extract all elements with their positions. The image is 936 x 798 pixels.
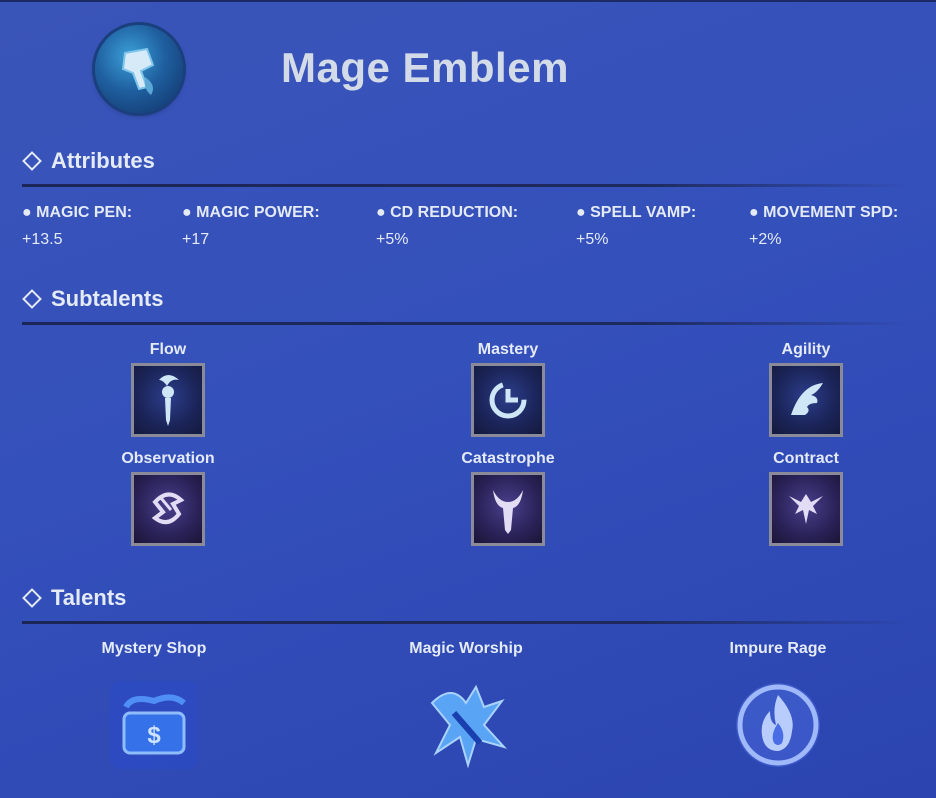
subtalent-label: Contract [773,450,839,467]
mage-emblem-icon [95,25,183,113]
subtalent-catastrophe[interactable]: Catastrophe [428,450,588,546]
subtalent-label: Mastery [477,341,539,358]
catastrophe-icon [471,472,545,546]
subtalent-observation[interactable]: Observation [88,450,248,546]
attribute-movement-spd: ● MOVEMENT SPD: +2% [749,204,898,249]
subtalent-contract[interactable]: Contract [726,450,886,546]
attribute-label: ● MAGIC PEN: [22,204,133,221]
attribute-magic-pen: ● MAGIC PEN: +13.5 [22,204,132,249]
subtalent-flow[interactable]: Flow [88,341,248,437]
divider [22,621,912,624]
diamond-icon [22,588,42,608]
observation-icon [131,472,205,546]
agility-icon [769,363,843,437]
section-subtalents-heading: Subtalents [22,286,163,312]
diamond-icon [22,289,42,309]
section-subtalents-label: Subtalents [51,286,164,311]
attribute-magic-power: ● MAGIC POWER: +17 [182,204,320,249]
subtalent-label: Observation [121,450,215,467]
attribute-value: +2% [749,231,782,248]
subtalent-mastery[interactable]: Mastery [428,341,588,437]
talent-magic-worship[interactable]: Magic Worship [366,640,566,780]
attribute-value: +5% [576,231,609,248]
attribute-label: ● SPELL VAMP: [576,204,697,221]
talent-label: Impure Rage [729,640,827,657]
section-attributes-label: Attributes [51,148,155,173]
subtalent-label: Flow [149,341,187,358]
attribute-value: +13.5 [22,231,63,248]
attribute-label: ● MOVEMENT SPD: [749,204,899,221]
mystery-shop-icon: $ [99,670,209,780]
subtalent-label: Catastrophe [461,450,555,467]
flow-icon [131,363,205,437]
magic-worship-icon [411,670,521,780]
contract-icon [769,472,843,546]
subtalent-label: Agility [781,341,831,358]
attribute-value: +5% [376,231,409,248]
divider [22,322,912,325]
attribute-label: ● MAGIC POWER: [182,204,320,221]
svg-text:$: $ [147,722,161,749]
subtalent-agility[interactable]: Agility [726,341,886,437]
section-attributes-heading: Attributes [22,148,155,174]
divider [22,184,912,187]
mastery-icon [471,363,545,437]
talent-label: Mystery Shop [101,640,207,657]
attribute-value: +17 [182,231,210,248]
diamond-icon [22,151,42,171]
section-talents-label: Talents [51,585,127,610]
talent-mystery-shop[interactable]: Mystery Shop $ [54,640,254,780]
attribute-label: ● CD REDUCTION: [376,204,519,221]
page-title: Mage Emblem [281,44,569,91]
talent-label: Magic Worship [409,640,523,657]
talent-impure-rage[interactable]: Impure Rage [678,640,878,780]
attribute-cd-reduction: ● CD REDUCTION: +5% [376,204,518,249]
attribute-spell-vamp: ● SPELL VAMP: +5% [576,204,696,249]
impure-rage-icon [723,670,833,780]
section-talents-heading: Talents [22,585,126,611]
